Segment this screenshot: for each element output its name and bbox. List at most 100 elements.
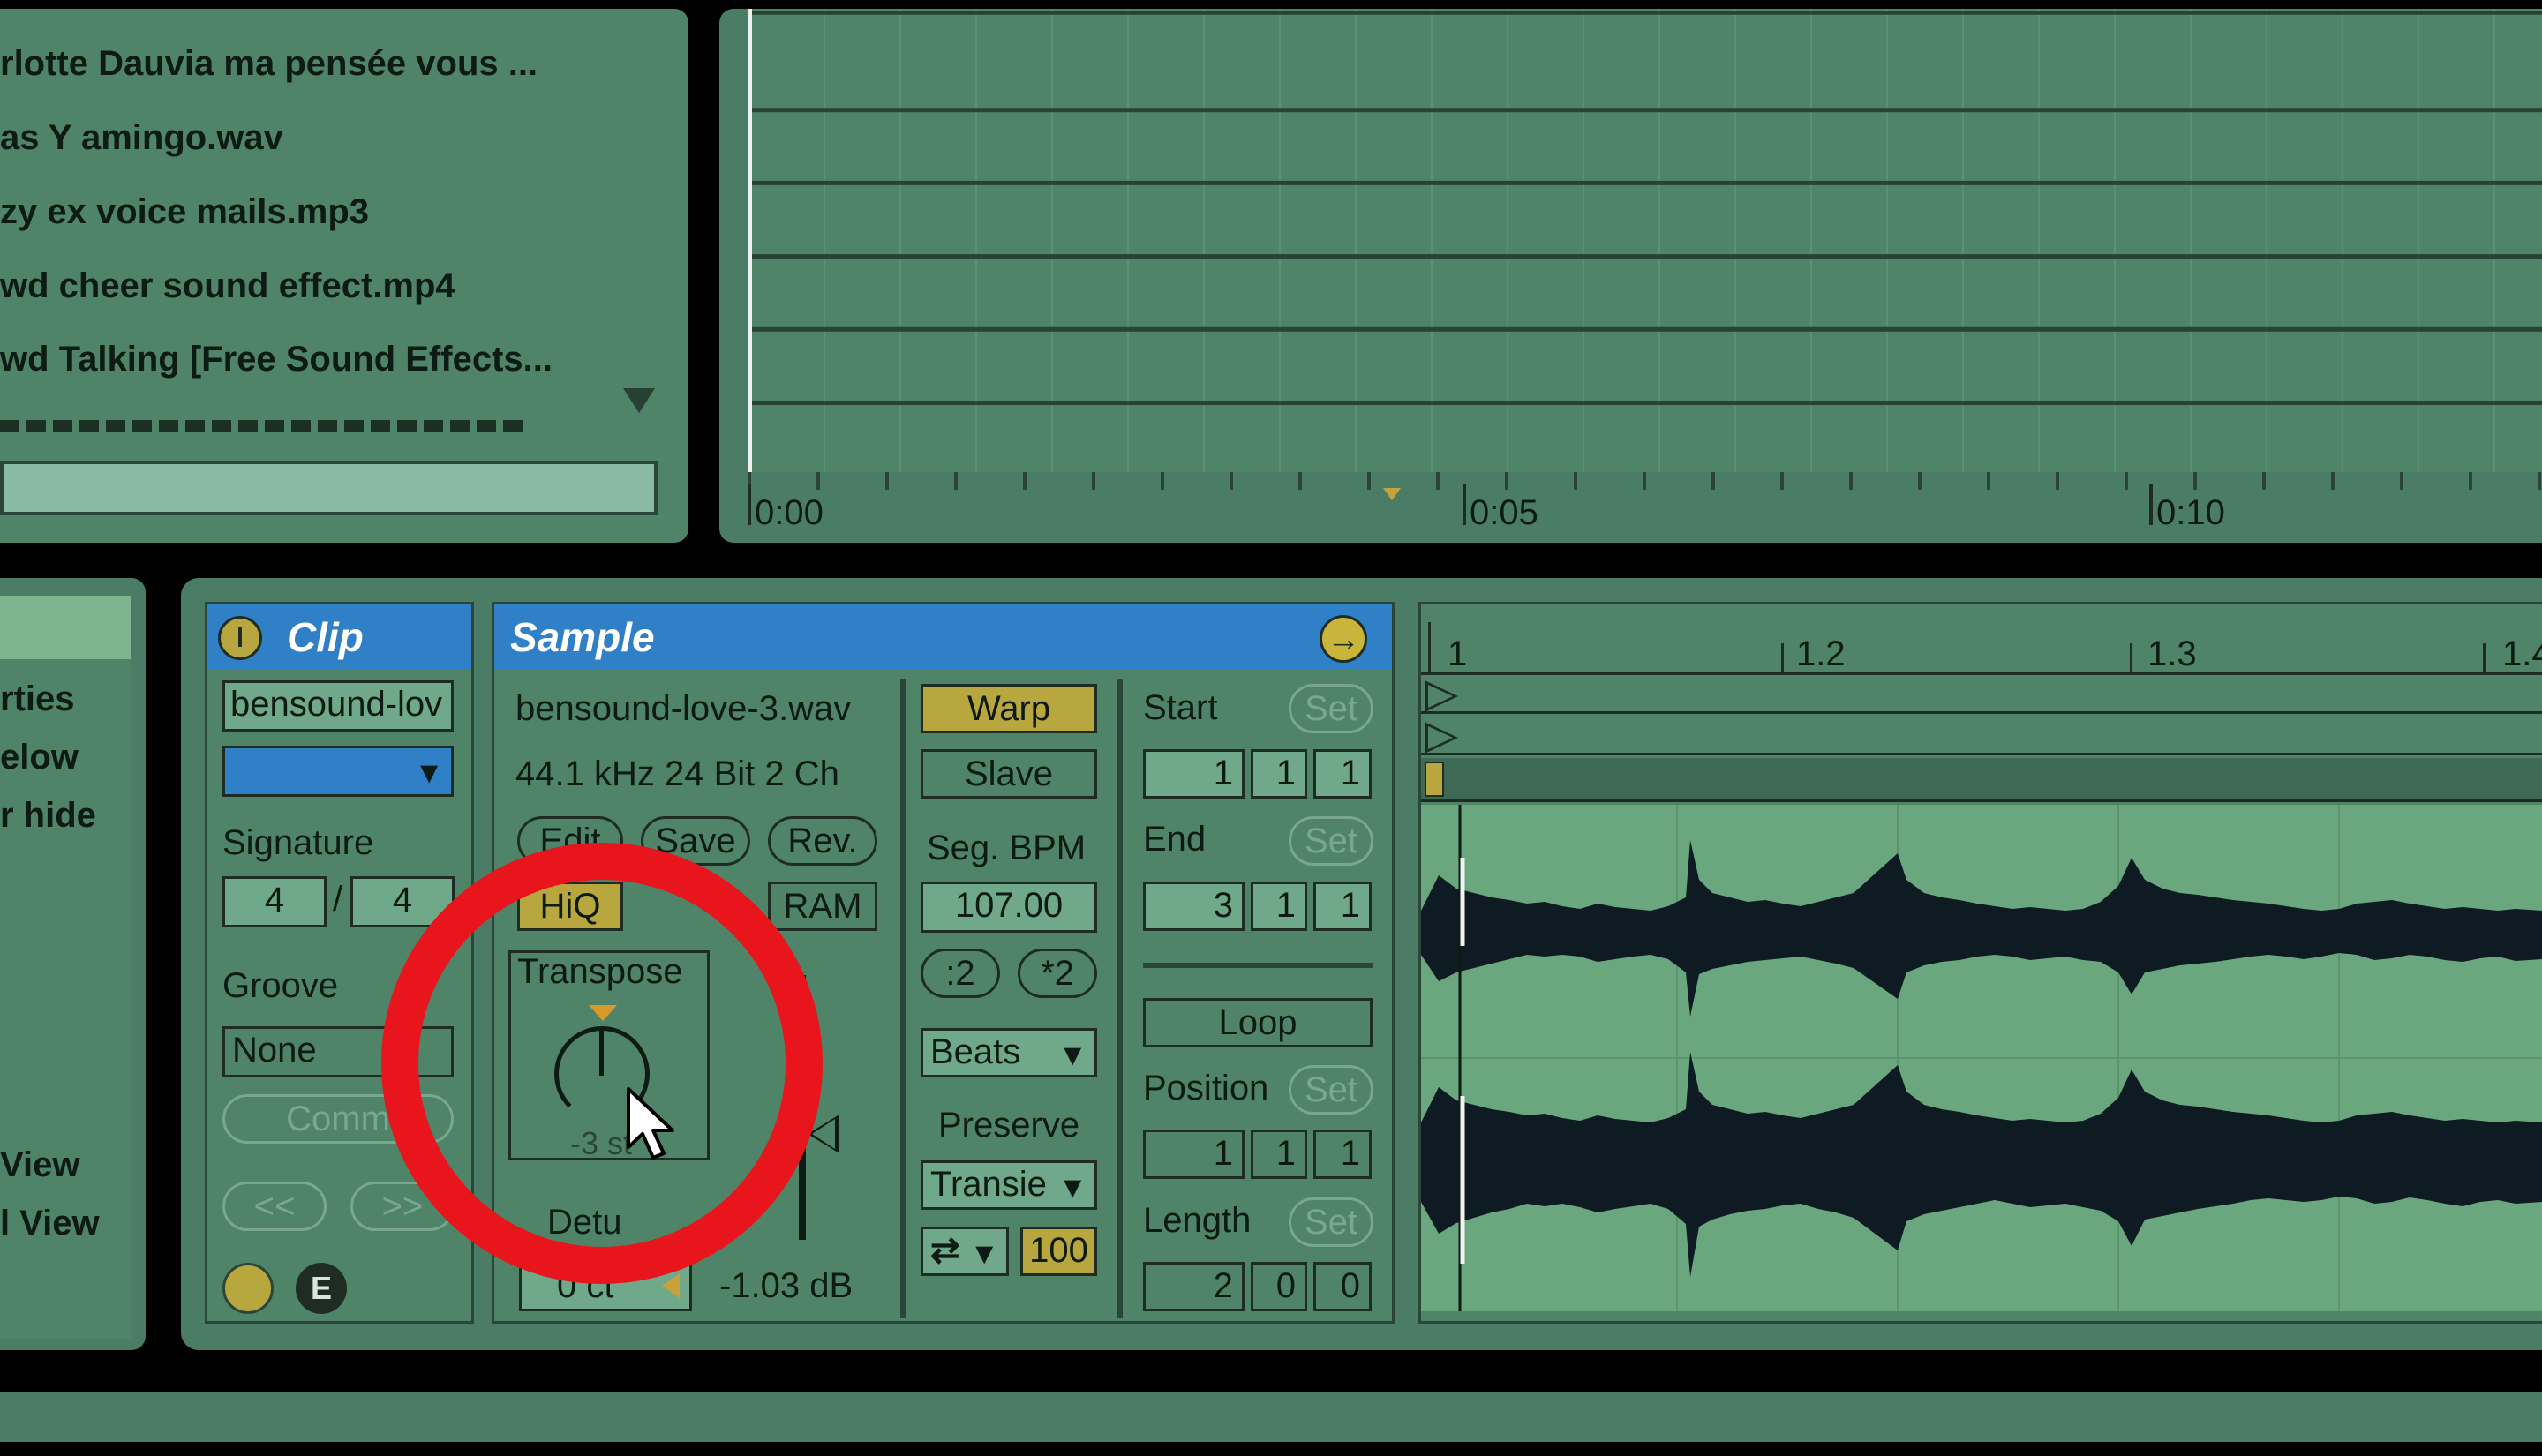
groove-hot-swap-icon[interactable] <box>222 1263 274 1314</box>
position-beat-field[interactable]: 1 <box>1251 1130 1307 1179</box>
time-label: 0:00 <box>755 493 824 532</box>
circle-arrow-right-icon[interactable]: → <box>1320 615 1367 663</box>
end-beat-field[interactable]: 1 <box>1251 882 1307 931</box>
arrangement-grid[interactable] <box>748 9 2542 472</box>
info-panel: rties elow r hide View l View <box>0 578 146 1350</box>
warp-mode-dropdown[interactable]: Beats ▼ <box>921 1028 1097 1077</box>
info-text: l View <box>0 1204 100 1242</box>
status-bar <box>0 1392 2542 1442</box>
warp-mode-value: Beats <box>930 1032 1021 1071</box>
ram-button[interactable]: RAM <box>768 882 877 931</box>
waveform-display[interactable] <box>1421 805 2542 1311</box>
groove-label: Groove <box>222 966 339 1005</box>
browser-item[interactable]: rlotte Dauvia ma pensée vous ... <box>0 44 538 84</box>
ruler-label: 1.2 <box>1796 634 1846 673</box>
preserve-value: Transie <box>930 1165 1047 1204</box>
end-sixteenth-field[interactable]: 1 <box>1313 882 1372 931</box>
loop-mode-dropdown[interactable]: ⇄ ▼ <box>921 1227 1009 1276</box>
signature-numerator[interactable]: 4 <box>222 876 327 927</box>
bpm-field[interactable]: 107.00 <box>921 882 1097 933</box>
position-bar-field[interactable]: 1 <box>1143 1130 1245 1179</box>
position-set-button[interactable]: Set <box>1289 1065 1373 1115</box>
length-bar-field[interactable]: 2 <box>1143 1262 1245 1311</box>
browser-item[interactable]: as Y amingo.wav <box>0 118 283 158</box>
start-set-button[interactable]: Set <box>1289 684 1373 733</box>
browser-item[interactable]: zy ex voice mails.mp3 <box>0 192 369 232</box>
reverse-button[interactable]: Rev. <box>768 816 877 866</box>
info-header <box>0 596 131 659</box>
length-sixteenth-field[interactable]: 0 <box>1313 1262 1372 1311</box>
seg-bpm-label: Seg. BPM <box>927 829 1087 867</box>
double-tempo-button[interactable]: *2 <box>1018 949 1097 998</box>
length-set-button[interactable]: Set <box>1289 1197 1373 1247</box>
bar-ruler[interactable]: 1 1.2 1.3 1.4 <box>1421 604 2542 675</box>
start-marker-lane[interactable] <box>1421 675 2542 714</box>
waveform-channel-right <box>1421 1052 2542 1277</box>
end-set-button[interactable]: Set <box>1289 816 1373 866</box>
ruler-label: 1.4 <box>2502 634 2542 673</box>
info-text: r hide <box>0 796 96 835</box>
position-sixteenth-field[interactable]: 1 <box>1313 1130 1372 1179</box>
start-label: Start <box>1143 688 1218 727</box>
time-label: 0:05 <box>1470 493 1538 532</box>
waveform-channel-left <box>1421 840 2542 1017</box>
info-text: elow <box>0 738 79 777</box>
sample-editor[interactable]: 1 1.2 1.3 1.4 <box>1418 602 2542 1324</box>
chevron-down-icon: ▼ <box>969 1237 999 1271</box>
start-sixteenth-field[interactable]: 1 <box>1313 749 1372 799</box>
signature-separator: / <box>333 880 343 919</box>
prev-button[interactable]: << <box>222 1182 327 1231</box>
arrangement-panel: 0:00 0:05 0:10 <box>719 9 2542 543</box>
envelope-field[interactable]: 100 <box>1020 1227 1097 1276</box>
format-text: 44.1 kHz 24 Bit 2 Ch <box>515 754 904 799</box>
preserve-label: Preserve <box>938 1106 1080 1145</box>
clip-name-field[interactable]: bensound-lov <box>222 680 454 732</box>
chevron-down-icon: ▼ <box>414 756 444 790</box>
browser-panel: rlotte Dauvia ma pensée vous ... as Y am… <box>0 9 688 543</box>
clip-color-dropdown[interactable]: ▼ <box>222 746 454 797</box>
envelope-button[interactable]: E <box>296 1263 347 1314</box>
loop-brace[interactable] <box>1421 758 2542 802</box>
waveform-graph <box>1421 805 2542 1311</box>
playhead-line <box>748 9 752 472</box>
sample-title: Sample <box>510 614 655 660</box>
time-label: 0:10 <box>2156 493 2225 532</box>
red-highlight-circle <box>381 843 823 1284</box>
chevron-down-icon: ▼ <box>1057 1171 1087 1205</box>
start-bar-field[interactable]: 1 <box>1143 749 1245 799</box>
detune-marker <box>662 1273 680 1298</box>
slave-button[interactable]: Slave <box>921 749 1097 799</box>
position-label: Position <box>1143 1069 1269 1107</box>
info-text: View <box>0 1145 80 1184</box>
loop-button[interactable]: Loop <box>1143 998 1373 1047</box>
end-label: End <box>1143 820 1207 859</box>
start-beat-field[interactable]: 1 <box>1251 749 1307 799</box>
browser-item[interactable]: wd cheer sound effect.mp4 <box>0 266 455 306</box>
length-label: Length <box>1143 1201 1252 1240</box>
sample-filename: bensound-love-3.wav <box>515 689 852 728</box>
loop-marker[interactable] <box>1383 488 1401 500</box>
loop-brace-handle[interactable] <box>1425 762 1444 797</box>
loop-marker-lane[interactable] <box>1421 717 2542 755</box>
preserve-dropdown[interactable]: Transie ▼ <box>921 1160 1097 1210</box>
partial-browser-item <box>0 415 565 432</box>
time-ruler[interactable]: 0:00 0:05 0:10 <box>748 472 2542 543</box>
info-text: rties <box>0 679 75 718</box>
browser-item[interactable]: wd Talking [Free Sound Effects... <box>0 340 553 379</box>
end-bar-field[interactable]: 3 <box>1143 882 1245 931</box>
ruler-label: 1.3 <box>2147 634 2197 673</box>
chevron-down-icon: ▼ <box>1057 1039 1087 1072</box>
filename-text: bensound-love-3.wav <box>515 689 904 733</box>
loop-mode-icon: ⇄ <box>930 1231 960 1270</box>
sample-format: 44.1 kHz 24 Bit 2 Ch <box>515 754 839 793</box>
power-icon[interactable] <box>218 616 262 660</box>
ruler-label: 1 <box>1448 634 1468 673</box>
triangle-down-icon[interactable] <box>623 388 655 413</box>
browser-search-field[interactable] <box>0 461 658 515</box>
length-beat-field[interactable]: 0 <box>1251 1262 1307 1311</box>
envelope-label: E <box>310 1270 332 1306</box>
signature-label: Signature <box>222 823 374 862</box>
sample-header: Sample <box>494 604 1392 670</box>
warp-button[interactable]: Warp <box>921 684 1097 733</box>
half-tempo-button[interactable]: :2 <box>921 949 1000 998</box>
